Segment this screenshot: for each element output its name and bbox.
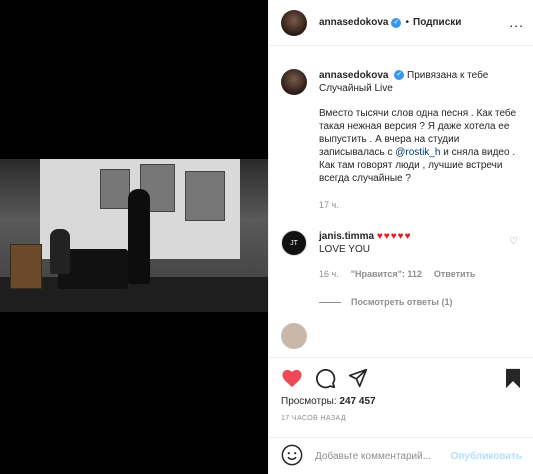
- caption-avatar[interactable]: [281, 69, 307, 95]
- avatar[interactable]: [281, 9, 307, 36]
- views-count[interactable]: Просмотры: 247 457: [281, 396, 522, 407]
- add-comment-bar: Опубликовать: [269, 437, 533, 474]
- post-actions: Просмотры: 247 457 17 ЧАСОВ НАЗАД: [269, 357, 533, 437]
- comment-input[interactable]: [315, 450, 451, 462]
- comment-body: janis.timma ♥♥♥♥♥ LOVE YOU 16 ч. "Нравит…: [319, 230, 499, 281]
- post-timestamp[interactable]: 17 ЧАСОВ НАЗАД: [281, 415, 522, 422]
- caption-username[interactable]: annasedokova: [319, 70, 388, 81]
- speaker: [10, 244, 42, 289]
- caption-text: Вместо тысячи слов одна песня . Как тебе…: [319, 107, 522, 185]
- views-number: 247 457: [339, 396, 376, 407]
- header-username[interactable]: annasedokova: [319, 17, 388, 28]
- following-button[interactable]: Подписки: [413, 17, 461, 28]
- avatar[interactable]: [281, 323, 307, 349]
- view-replies-label: Посмотреть ответы (1): [351, 297, 453, 307]
- caption: annasedokova ✓ Привязана к тебе Случайны…: [281, 69, 522, 212]
- reply-button[interactable]: Ответить: [434, 268, 476, 281]
- mention-link[interactable]: @rostik_h: [395, 147, 440, 158]
- comment-hearts: ♥♥♥♥♥: [376, 231, 412, 242]
- comment-item: JT janis.timma ♥♥♥♥♥ LOVE YOU 16 ч. "Нра…: [281, 230, 522, 281]
- comment-time[interactable]: 16 ч.: [319, 268, 339, 281]
- replies-line: [319, 301, 341, 303]
- comment-avatar[interactable]: JT: [281, 230, 307, 256]
- post-panel: annasedokova ✓ • Подписки ... annasedoko…: [268, 0, 533, 474]
- comment-text: LOVE YOU: [319, 244, 370, 255]
- publish-button[interactable]: Опубликовать: [451, 451, 522, 462]
- dot-separator: •: [405, 17, 409, 28]
- next-comment-partial: [281, 323, 522, 349]
- caption-subtitle: Случайный Live: [319, 83, 393, 94]
- wall-photo: [100, 169, 130, 209]
- comment-likes[interactable]: "Нравится": 112: [351, 268, 422, 281]
- caption-intro: Привязана к тебе: [407, 70, 489, 81]
- verified-icon: ✓: [391, 17, 402, 28]
- pianist: [50, 229, 70, 274]
- heart-icon[interactable]: [281, 368, 303, 388]
- share-icon[interactable]: [348, 368, 368, 388]
- verified-icon: ✓: [394, 70, 405, 81]
- video-player[interactable]: [0, 159, 268, 312]
- views-label: Просмотры:: [281, 396, 337, 407]
- emoji-icon[interactable]: [281, 444, 303, 469]
- comments-section[interactable]: annasedokova ✓ Привязана к тебе Случайны…: [269, 47, 533, 357]
- post-header: annasedokova ✓ • Подписки ...: [269, 0, 533, 46]
- bookmark-icon[interactable]: [504, 368, 522, 389]
- wall-photo: [185, 171, 225, 221]
- more-options-icon[interactable]: ...: [509, 14, 524, 30]
- comment-meta: 16 ч. "Нравится": 112 Ответить: [319, 268, 499, 281]
- post-media: [0, 0, 268, 474]
- singer: [128, 189, 150, 284]
- caption-body: annasedokova ✓ Привязана к тебе Случайны…: [319, 69, 522, 212]
- caption-time[interactable]: 17 ч.: [319, 199, 522, 212]
- view-replies-button[interactable]: Посмотреть ответы (1): [319, 297, 522, 307]
- action-icons: [281, 366, 522, 390]
- comment-like-icon[interactable]: ♡: [509, 236, 518, 247]
- comment-icon[interactable]: [315, 368, 336, 389]
- comment-username[interactable]: janis.timma: [319, 231, 374, 242]
